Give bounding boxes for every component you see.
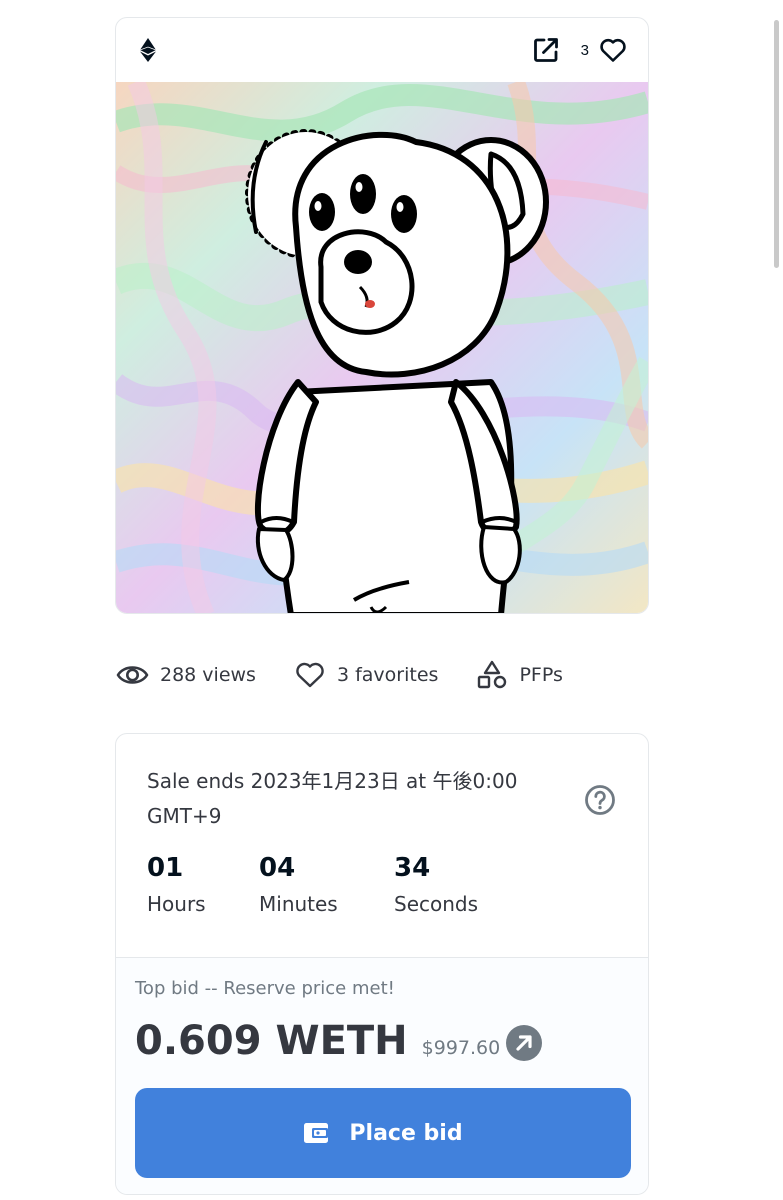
countdown-value: 34 (394, 853, 431, 883)
price-value: 0.609 WETH (135, 1018, 408, 1064)
favorite-button[interactable] (599, 36, 627, 64)
countdown-hours: 01 Hours (147, 850, 259, 916)
shapes-icon (478, 660, 507, 689)
countdown-label: Seconds (394, 892, 479, 916)
bid-section: Top bid -- Reserve price met! 0.609 WETH… (116, 958, 648, 1194)
heart-icon (600, 38, 626, 62)
scrollbar-thumb[interactable] (774, 20, 779, 268)
countdown-minutes: 04 Minutes (259, 850, 394, 916)
external-link-button[interactable] (533, 37, 581, 63)
nft-image[interactable] (116, 82, 648, 613)
favorite-count: 3 (580, 41, 589, 59)
eye-icon (116, 666, 149, 684)
countdown-value: 04 (259, 853, 296, 883)
countdown-value: 01 (147, 853, 184, 883)
category-label: PFPs (519, 664, 563, 686)
favorites-count: 3 favorites (336, 664, 439, 686)
sale-ends-text: Sale ends 2023年1月23日 at 午後0:00 GMT+9 (147, 769, 518, 828)
help-icon[interactable] (584, 784, 616, 816)
countdown: 01 Hours 04 Minutes 34 Seconds (147, 850, 478, 916)
top-bid-label: Top bid -- Reserve price met! (135, 978, 395, 999)
views-count: 288 views (160, 664, 256, 686)
countdown-label: Minutes (259, 892, 338, 916)
price-row: 0.609 WETH $997.60 (135, 1016, 543, 1066)
views-stat: 288 views (116, 663, 256, 687)
sale-timer-section: Sale ends 2023年1月23日 at 午後0:00 GMT+9 01 … (116, 734, 648, 958)
card-header: 3 (116, 18, 648, 82)
sale-card: Sale ends 2023年1月23日 at 午後0:00 GMT+9 01 … (115, 733, 649, 1195)
category-stat[interactable]: PFPs (476, 660, 563, 690)
heart-icon (296, 662, 324, 688)
bear-artwork (116, 82, 648, 613)
external-link-icon (533, 38, 558, 62)
wallet-icon (304, 1123, 329, 1143)
arrow-up-right-icon[interactable] (506, 1025, 543, 1061)
place-bid-button[interactable]: Place bid (135, 1088, 631, 1178)
favorites-stat[interactable]: 3 favorites (294, 661, 438, 689)
ethereum-icon (140, 38, 156, 62)
countdown-label: Hours (147, 892, 206, 916)
header-actions: 3 (533, 36, 627, 64)
countdown-seconds: 34 Seconds (394, 850, 478, 916)
place-bid-label: Place bid (349, 1120, 463, 1146)
stats-row: 288 views 3 favorites PFPs (116, 655, 601, 695)
item-card: 3 (115, 17, 649, 614)
price-usd: $997.60 (421, 1037, 501, 1059)
